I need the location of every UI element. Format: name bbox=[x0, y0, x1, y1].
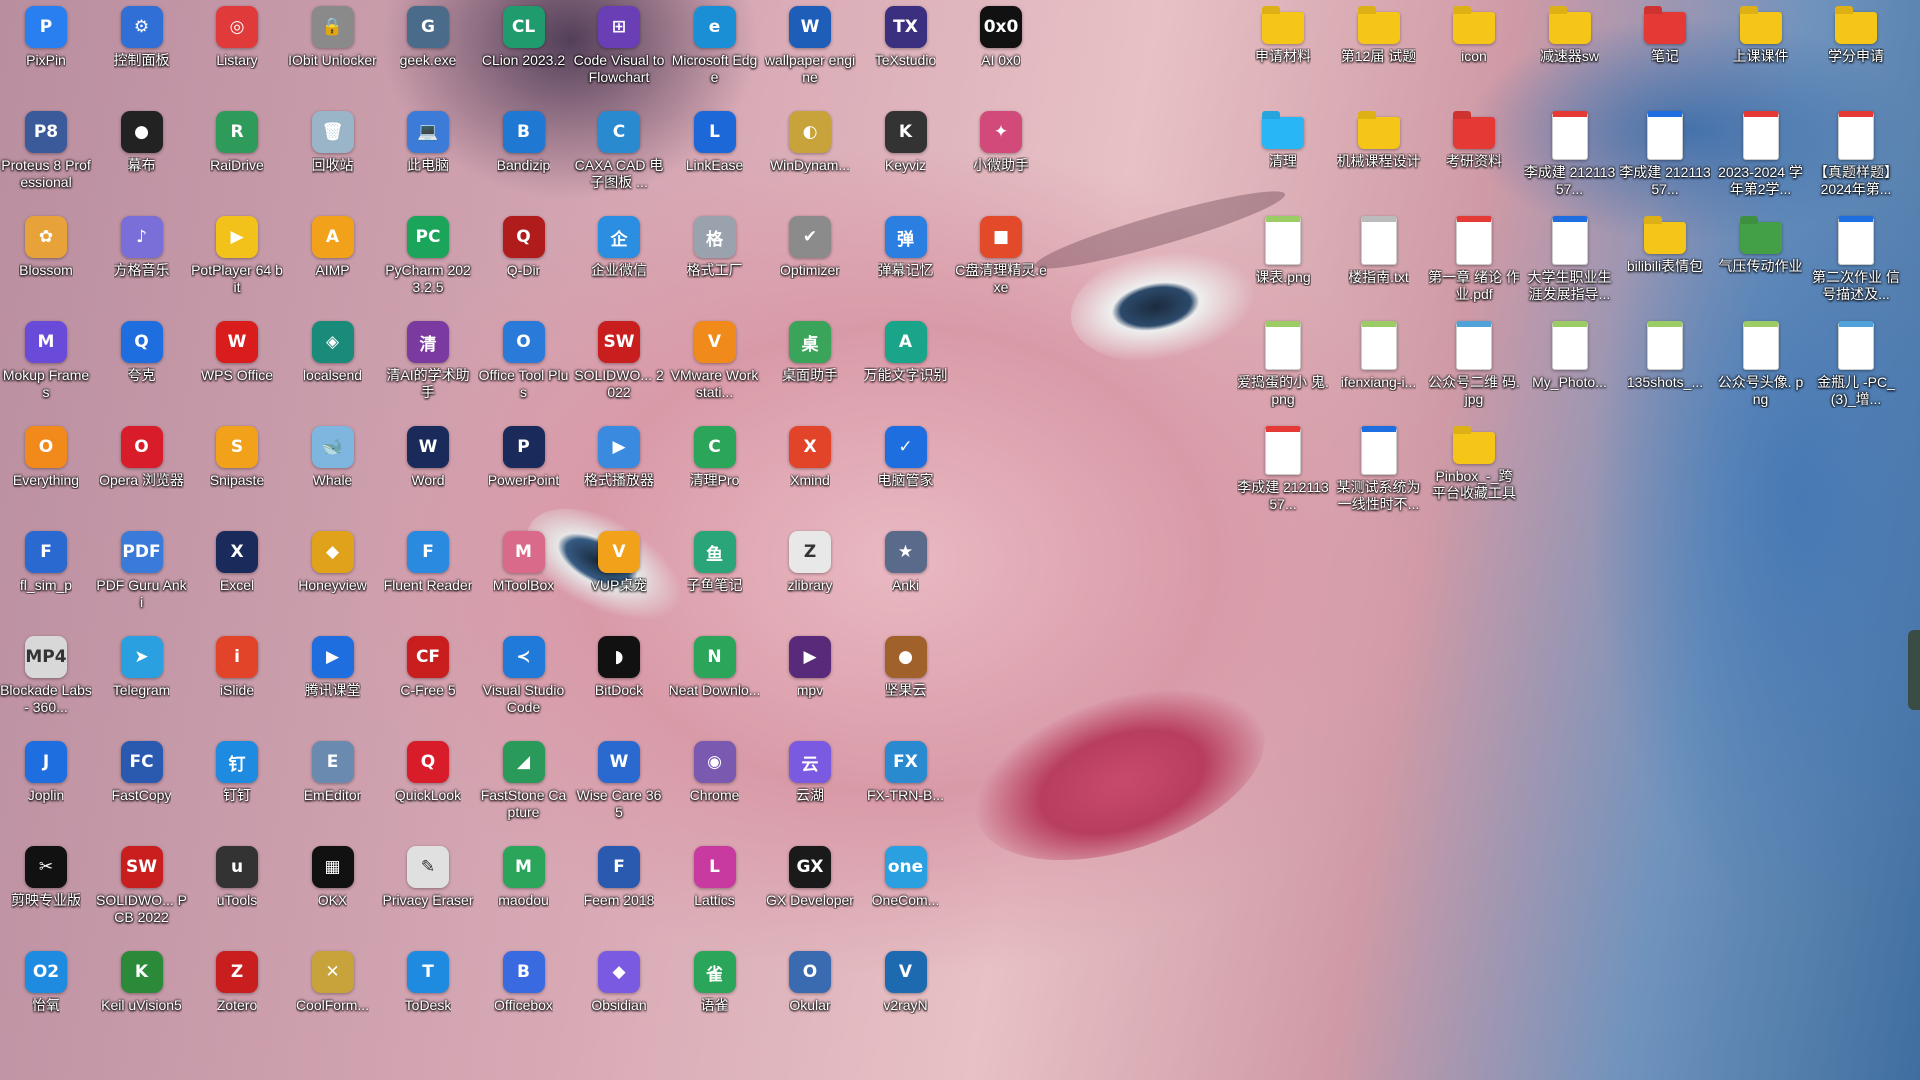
desktop-file-item[interactable]: 第二次作业 信号描述及... bbox=[1810, 210, 1902, 310]
desktop-icon-label: 第一章 绪论 作业.pdf bbox=[1428, 269, 1520, 302]
pdf-file-icon bbox=[1265, 426, 1301, 475]
desktop-icon-label: 清理 bbox=[1269, 153, 1297, 169]
desktop-icon-label: 公众号头像. png bbox=[1717, 374, 1804, 407]
desktop-icon-label: Pinbox_-_跨 平台收藏工具 bbox=[1432, 468, 1516, 501]
desktop-icon-label: 【真题样题】 2024年第... bbox=[1814, 164, 1898, 197]
desktop-icon-label: ifenxiang-i... bbox=[1340, 374, 1417, 390]
desktop-file-item[interactable]: 楼指南.txt bbox=[1333, 210, 1425, 310]
desktop-file-item[interactable]: 第一章 绪论 作业.pdf bbox=[1428, 210, 1520, 310]
pdf-file-icon bbox=[1742, 111, 1779, 160]
desktop-icon-label: 气压传动作业 bbox=[1718, 258, 1803, 274]
folder-icon bbox=[1644, 222, 1686, 254]
desktop-icon-label: 第12届 试题 bbox=[1340, 48, 1417, 64]
word-file-icon bbox=[1838, 216, 1874, 265]
folder-icon bbox=[1453, 12, 1495, 44]
desktop-file-item[interactable]: 笔记 bbox=[1619, 0, 1711, 100]
folder-icon bbox=[1262, 117, 1304, 149]
desktop-file-item[interactable]: 课表.png bbox=[1237, 210, 1329, 310]
desktop-file-item[interactable]: My_Photo... bbox=[1524, 315, 1616, 415]
folder-icon bbox=[1357, 12, 1400, 44]
desktop-file-item[interactable]: 金瓶儿 -PC_(3)_增... bbox=[1810, 315, 1902, 415]
png-file-icon bbox=[1265, 321, 1301, 370]
desktop-icon-label: 上课课件 bbox=[1732, 48, 1789, 64]
desktop-icon-label: 考研资料 bbox=[1446, 153, 1502, 169]
folder-icon bbox=[1835, 12, 1877, 44]
folder-icon bbox=[1357, 117, 1400, 149]
desktop-file-item[interactable]: Pinbox_-_跨 平台收藏工具 bbox=[1428, 420, 1520, 520]
folder-icon bbox=[1644, 12, 1686, 44]
desktop-icon-label: 申请材料 bbox=[1255, 48, 1311, 64]
txt-file-icon bbox=[1360, 216, 1397, 265]
desktop-file-item[interactable]: 【真题样题】 2024年第... bbox=[1810, 105, 1902, 205]
desktop-icon-label: 李成建 21211357... bbox=[1523, 164, 1616, 197]
folder-icon bbox=[1262, 12, 1304, 44]
desktop-file-item[interactable]: 李成建 21211357... bbox=[1524, 105, 1616, 205]
folder-icon bbox=[1453, 432, 1495, 464]
desktop-file-item[interactable]: 学分申请 bbox=[1810, 0, 1902, 100]
desktop-file-item[interactable]: 2023-2024 学年第2学... bbox=[1715, 105, 1807, 205]
desktop-icon-label: 李成建 21211357... bbox=[1237, 479, 1329, 512]
png-file-icon bbox=[1360, 321, 1397, 370]
png-file-icon bbox=[1265, 216, 1301, 265]
desktop-file-item[interactable]: 李成建 21211357... bbox=[1237, 420, 1329, 520]
desktop-icon-label: 楼指南.txt bbox=[1348, 269, 1409, 285]
desktop-icon-label: 第二次作业 信号描述及... bbox=[1812, 269, 1900, 302]
word-file-icon bbox=[1551, 216, 1588, 265]
desktop-icon-label: 机械课程设计 bbox=[1336, 153, 1421, 169]
edge-dock-handle[interactable] bbox=[1908, 630, 1920, 710]
pdf-file-icon bbox=[1551, 111, 1588, 160]
desktop-file-item[interactable]: ifenxiang-i... bbox=[1333, 315, 1425, 415]
desktop-icon-label: 2023-2024 学年第2学... bbox=[1718, 164, 1803, 197]
desktop-file-item[interactable]: 申请材料 bbox=[1237, 0, 1329, 100]
png-file-icon bbox=[1551, 321, 1588, 370]
desktop-icon-label: bilibili表情包 bbox=[1626, 258, 1704, 274]
desktop-icon-label: icon bbox=[1461, 48, 1487, 64]
desktop-icon-label: 课表.png bbox=[1255, 269, 1311, 285]
desktop-icon-label: 爱捣蛋的小 鬼.png bbox=[1237, 374, 1329, 407]
desktop-file-item[interactable]: bilibili表情包 bbox=[1619, 210, 1711, 310]
png-file-icon bbox=[1742, 321, 1779, 370]
desktop-icon-label: 公众号二维 码.jpg bbox=[1428, 374, 1520, 407]
desktop-icon-label: 笔记 bbox=[1651, 48, 1679, 64]
desktop-file-item[interactable]: 气压传动作业 bbox=[1715, 210, 1807, 310]
desktop-file-item[interactable]: 公众号头像. png bbox=[1715, 315, 1807, 415]
desktop-file-item[interactable]: 减速器sw bbox=[1524, 0, 1616, 100]
jpg-file-icon bbox=[1838, 321, 1874, 370]
folder-icon bbox=[1739, 222, 1782, 254]
desktop-file-item[interactable]: 考研资料 bbox=[1428, 105, 1520, 205]
desktop-icon-label: 减速器sw bbox=[1539, 48, 1600, 64]
folder-icon bbox=[1453, 117, 1495, 149]
desktop-file-item[interactable]: 公众号二维 码.jpg bbox=[1428, 315, 1520, 415]
desktop-icon-label: 李成建 21211357... bbox=[1619, 164, 1711, 197]
desktop-file-item[interactable]: 135shots_... bbox=[1619, 315, 1711, 415]
desktop-icon-label: 金瓶儿 -PC_(3)_增... bbox=[1817, 374, 1895, 407]
desktop-icon-label: My_Photo... bbox=[1532, 374, 1607, 390]
desktop-icon-label: 135shots_... bbox=[1626, 374, 1704, 390]
desktop-file-item[interactable]: 爱捣蛋的小 鬼.png bbox=[1237, 315, 1329, 415]
desktop-icon-label: 学分申请 bbox=[1828, 48, 1884, 64]
desktop-file-item[interactable]: 第12届 试题 bbox=[1333, 0, 1425, 100]
pdf-file-icon bbox=[1838, 111, 1874, 160]
desktop-file-item[interactable]: 李成建 21211357... bbox=[1619, 105, 1711, 205]
desktop-file-item[interactable]: 机械课程设计 bbox=[1333, 105, 1425, 205]
desktop-file-item[interactable]: 大学生职业生 涯发展指导... bbox=[1524, 210, 1616, 310]
desktop-file-item[interactable]: 上课课件 bbox=[1715, 0, 1807, 100]
pdf-file-icon bbox=[1456, 216, 1492, 265]
jpg-file-icon bbox=[1456, 321, 1492, 370]
desktop-icon-label: 某测试系统为 一线性时不... bbox=[1336, 479, 1421, 512]
folder-icon bbox=[1548, 12, 1591, 44]
folder-icon bbox=[1739, 12, 1782, 44]
desktop-file-item[interactable]: 清理 bbox=[1237, 105, 1329, 205]
word-file-icon bbox=[1360, 426, 1397, 475]
desktop-file-item[interactable]: 某测试系统为 一线性时不... bbox=[1333, 420, 1425, 520]
desktop-file-item[interactable]: icon bbox=[1428, 0, 1520, 100]
word-file-icon bbox=[1647, 111, 1683, 160]
png-file-icon bbox=[1647, 321, 1683, 370]
desktop-icon-label: 大学生职业生 涯发展指导... bbox=[1527, 269, 1612, 302]
desktop-file-icons: 申请材料 第12届 试题 icon 减速器sw 笔记 上课课件 学分申请清理 机械课程设计 考研… bbox=[0, 0, 1920, 1080]
